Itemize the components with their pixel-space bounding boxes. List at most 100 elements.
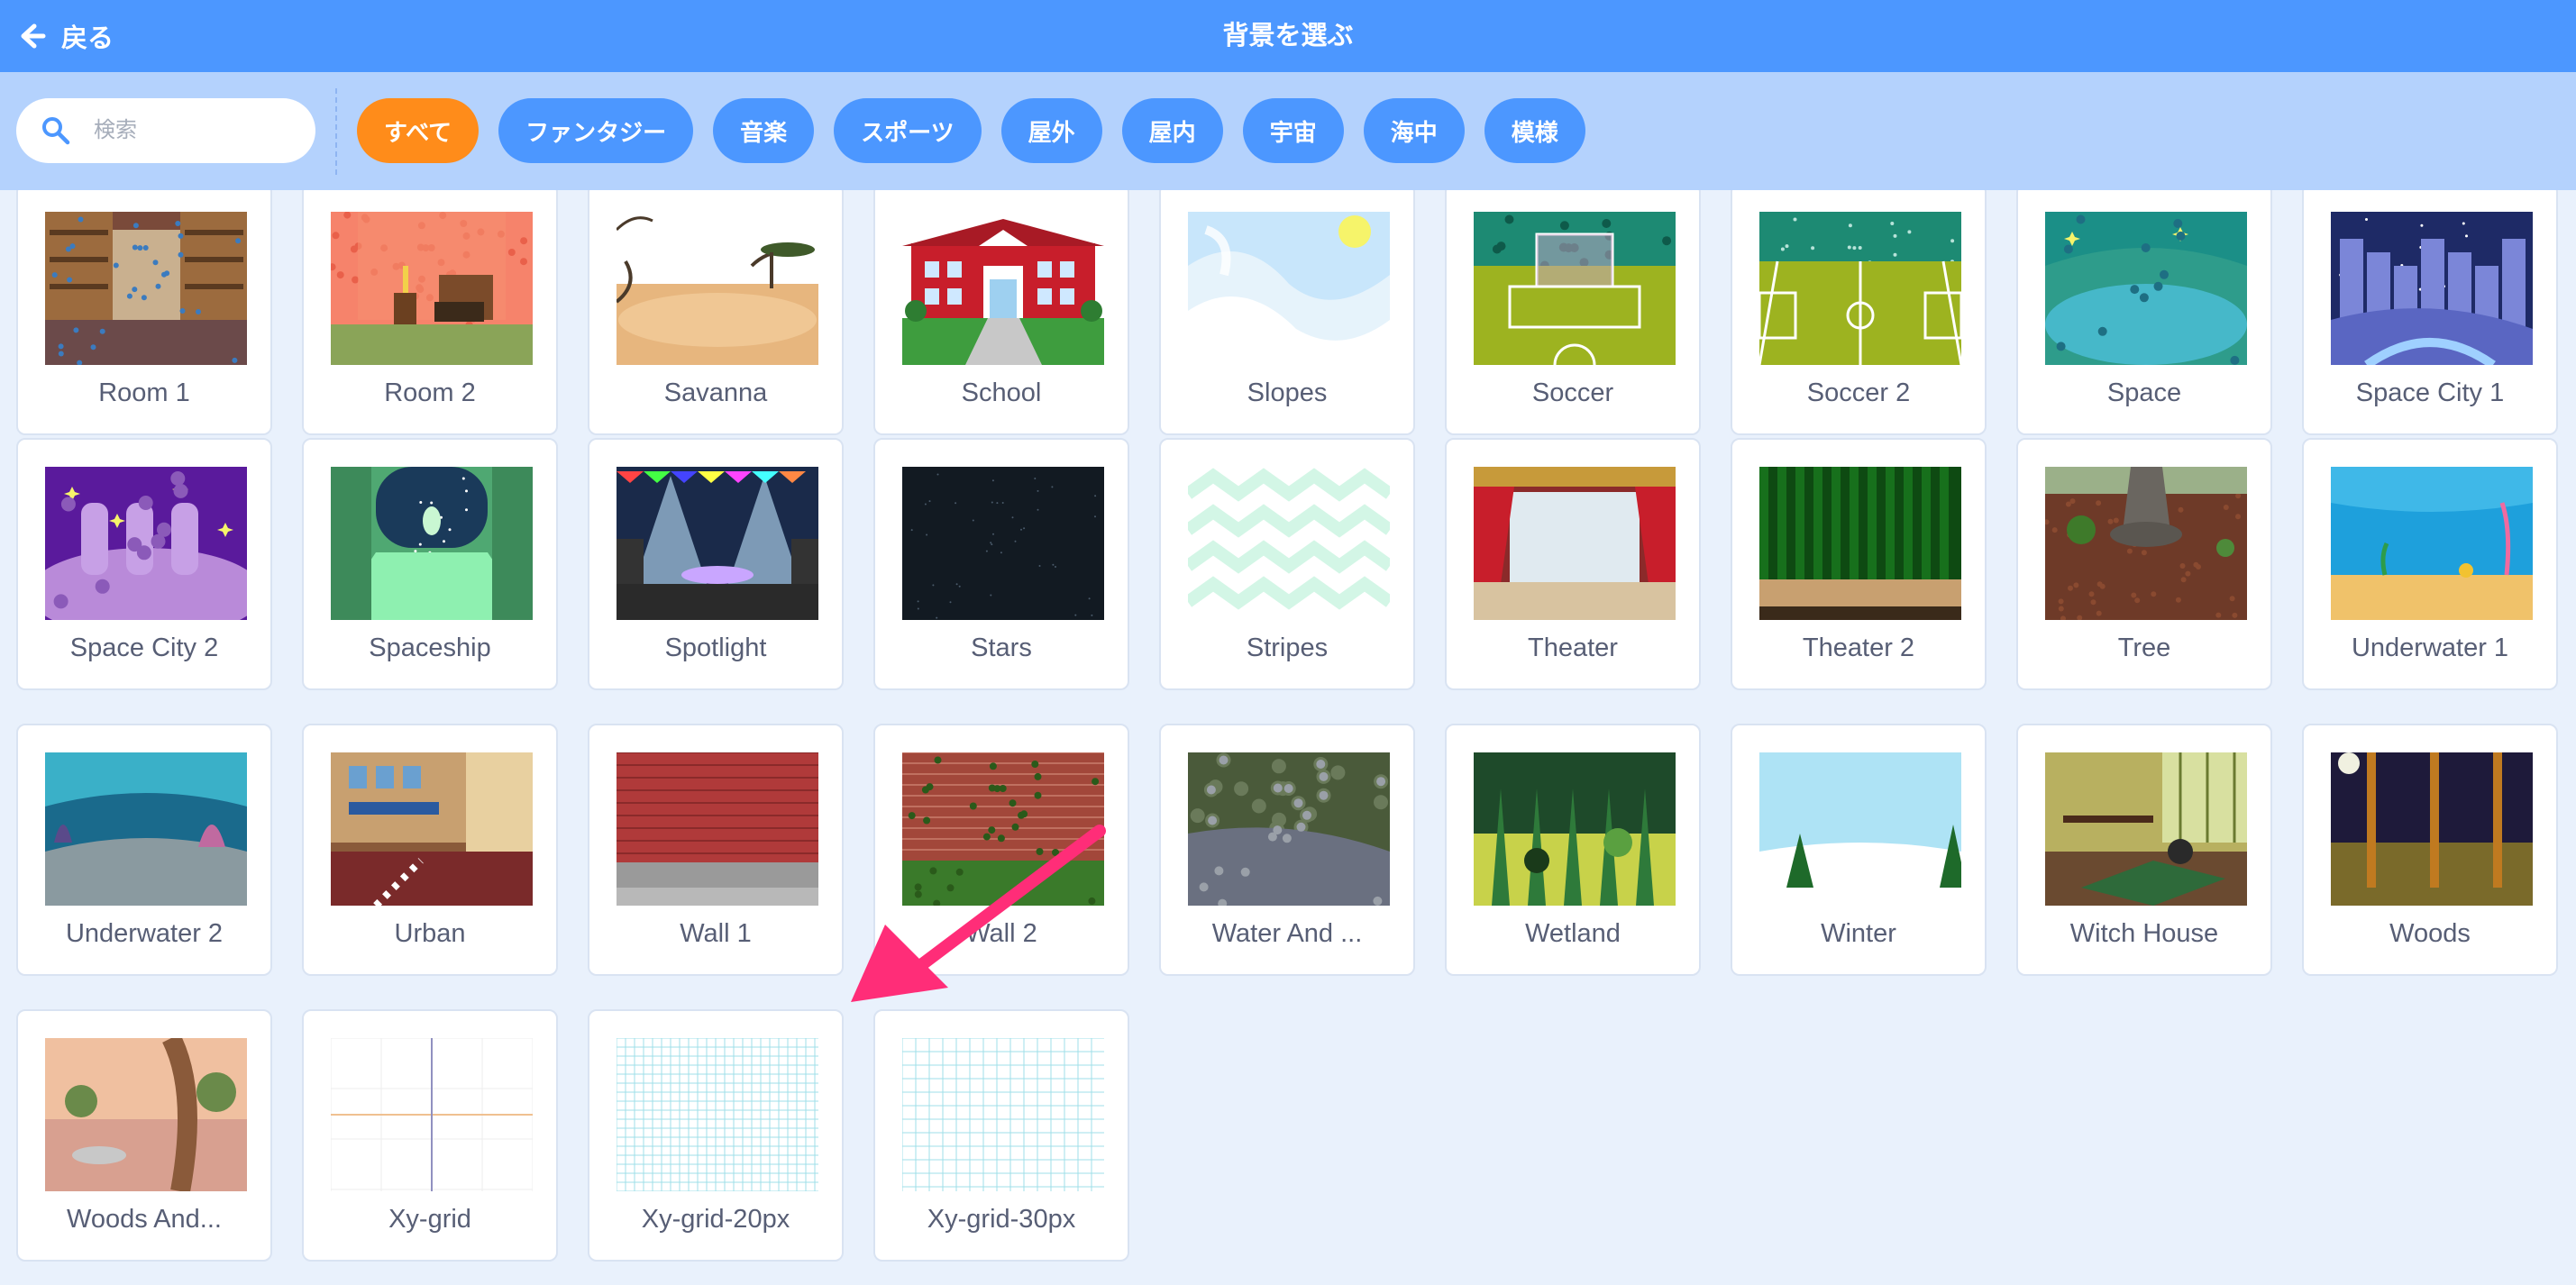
backdrop-name: Room 1	[98, 378, 190, 407]
tag-7[interactable]: 海中	[1363, 98, 1465, 163]
backdrop-thumbnail	[45, 1038, 247, 1191]
backdrop-name: Soccer 2	[1806, 378, 1911, 407]
tag-3[interactable]: スポーツ	[834, 98, 982, 163]
modal-header: 戻る 背景を選ぶ	[0, 0, 2576, 72]
backdrop-card[interactable]: Room 2	[302, 190, 558, 435]
backdrop-card[interactable]: Underwater 1	[2302, 438, 2558, 690]
tag-6[interactable]: 宇宙	[1242, 98, 1344, 163]
backdrop-thumbnail	[1188, 467, 1390, 620]
backdrop-card[interactable]: Wetland	[1445, 724, 1701, 976]
backdrop-card[interactable]: School	[873, 190, 1129, 435]
backdrop-name: Urban	[394, 919, 466, 948]
back-button[interactable]: 戻る	[18, 0, 114, 72]
backdrop-thumbnail	[45, 752, 247, 906]
backdrop-thumbnail	[617, 752, 818, 906]
backdrop-name: Winter	[1821, 919, 1896, 948]
back-label: 戻る	[61, 24, 114, 53]
backdrop-card[interactable]: Woods	[2302, 724, 2558, 976]
search-icon	[42, 117, 70, 145]
backdrop-name: Savanna	[663, 378, 768, 407]
backdrop-thumbnail	[1188, 752, 1390, 906]
tag-list: すべて ファンタジー 音楽 スポーツ 屋外 屋内 宇宙 海中 模様	[357, 98, 1585, 163]
backdrop-card[interactable]: Soccer 2	[1731, 190, 1987, 435]
backdrop-thumbnail	[902, 212, 1104, 365]
backdrop-name: Stars	[971, 633, 1032, 662]
backdrop-grid: Room 1 Room 2 Savanna School Slopes Socc…	[0, 190, 2576, 1285]
backdrop-card[interactable]: Underwater 2	[16, 724, 272, 976]
arrow-left-icon	[21, 23, 46, 49]
backdrop-card[interactable]: Stars	[873, 438, 1129, 690]
backdrop-card[interactable]: Savanna	[588, 190, 844, 435]
backdrop-name: Room 2	[384, 378, 476, 407]
backdrop-thumbnail	[2331, 467, 2533, 620]
tag-5[interactable]: 屋内	[1121, 98, 1223, 163]
backdrop-name: Xy-grid-20px	[641, 1205, 790, 1234]
filter-divider	[335, 88, 337, 175]
tag-2[interactable]: 音楽	[713, 98, 815, 163]
backdrop-thumbnail	[617, 1038, 818, 1191]
backdrop-name: Tree	[2117, 633, 2171, 662]
backdrop-name: Theater 2	[1802, 633, 1915, 662]
backdrop-thumbnail	[1474, 212, 1676, 365]
filter-bar: すべてファンタジー音楽スポーツ屋外屋内宇宙海中模様	[0, 72, 2576, 190]
backdrop-name: Space	[2106, 378, 2182, 407]
backdrop-card[interactable]: Spotlight	[588, 438, 844, 690]
tag-4[interactable]: 屋外	[1000, 98, 1102, 163]
backdrop-name: Stripes	[1246, 633, 1329, 662]
backdrop-card[interactable]: Xy-grid-30px	[873, 1009, 1129, 1262]
backdrop-card[interactable]: Woods And...	[16, 1009, 272, 1262]
backdrop-card[interactable]: Wall 1	[588, 724, 844, 976]
backdrop-name: Water And ...	[1211, 919, 1363, 948]
backdrop-card[interactable]: Room 1	[16, 190, 272, 435]
backdrop-name: Spaceship	[369, 633, 491, 662]
backdrop-name: Xy-grid	[388, 1205, 471, 1234]
backdrop-thumbnail	[1188, 212, 1390, 365]
backdrop-thumbnail	[1759, 467, 1961, 620]
backdrop-thumbnail	[617, 467, 818, 620]
backdrop-thumbnail	[2331, 752, 2533, 906]
backdrop-card[interactable]: Xy-grid	[302, 1009, 558, 1262]
backdrop-name: Soccer	[1531, 378, 1614, 407]
backdrop-card[interactable]: Theater 2	[1731, 438, 1987, 690]
backdrop-thumbnail	[1474, 467, 1676, 620]
backdrop-name: Woods	[2389, 919, 2471, 948]
backdrop-name: Underwater 1	[2351, 633, 2509, 662]
backdrop-card[interactable]: Slopes	[1159, 190, 1415, 435]
tag-8[interactable]: 模様	[1484, 98, 1585, 163]
backdrop-name: Wall 2	[965, 919, 1037, 948]
backdrop-thumbnail	[617, 212, 818, 365]
backdrop-card[interactable]: Space	[2016, 190, 2272, 435]
backdrop-name: Wetland	[1525, 919, 1621, 948]
backdrop-card[interactable]: Soccer	[1445, 190, 1701, 435]
backdrop-thumbnail	[902, 467, 1104, 620]
backdrop-card[interactable]: Xy-grid-20px	[588, 1009, 844, 1262]
backdrop-card[interactable]: Theater	[1445, 438, 1701, 690]
backdrop-name: Underwater 2	[65, 919, 224, 948]
backdrop-card[interactable]: Space City 2	[16, 438, 272, 690]
backdrop-thumbnail	[2045, 212, 2247, 365]
backdrop-name: Wall 1	[680, 919, 752, 948]
backdrop-card[interactable]: Space City 1	[2302, 190, 2558, 435]
backdrop-name: School	[961, 378, 1042, 407]
search-input[interactable]	[92, 117, 294, 144]
backdrop-card[interactable]: Tree	[2016, 438, 2272, 690]
page-title: 背景を選ぶ	[1222, 22, 1354, 50]
tag-0[interactable]: すべて	[357, 98, 480, 163]
backdrop-card[interactable]: Stripes	[1159, 438, 1415, 690]
backdrop-card[interactable]: Witch House	[2016, 724, 2272, 976]
backdrop-thumbnail	[45, 467, 247, 620]
backdrop-thumbnail	[1474, 752, 1676, 906]
backdrop-card[interactable]: Urban	[302, 724, 558, 976]
backdrop-thumbnail	[331, 467, 533, 620]
backdrop-name: Slopes	[1247, 378, 1328, 407]
backdrop-thumbnail	[902, 752, 1104, 906]
backdrop-thumbnail	[2045, 467, 2247, 620]
backdrop-thumbnail	[902, 1038, 1104, 1191]
backdrop-card[interactable]: Water And ...	[1159, 724, 1415, 976]
backdrop-thumbnail	[1759, 752, 1961, 906]
backdrop-card[interactable]: Winter	[1731, 724, 1987, 976]
backdrop-card[interactable]: Spaceship	[302, 438, 558, 690]
search-box[interactable]	[16, 98, 315, 163]
backdrop-card[interactable]: Wall 2	[873, 724, 1129, 976]
tag-1[interactable]: ファンタジー	[498, 98, 694, 163]
